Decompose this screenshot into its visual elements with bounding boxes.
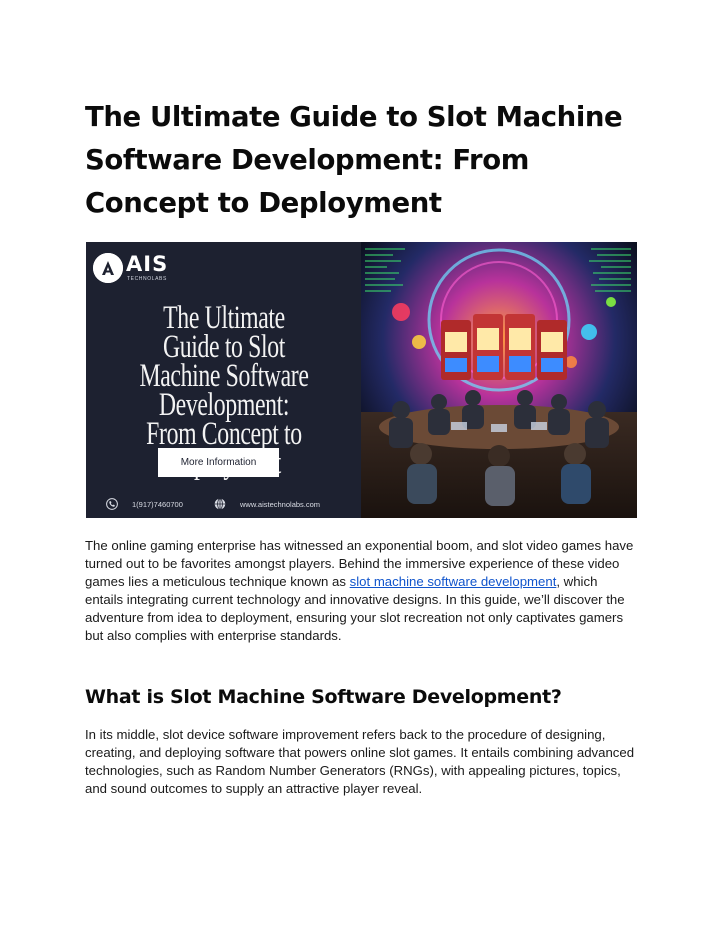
section-heading: What is Slot Machine Software Developmen…	[85, 686, 562, 708]
page-title: The Ultimate Guide to Slot Machine Softw…	[85, 101, 623, 219]
more-information-button[interactable]: More Information	[158, 448, 279, 477]
phone-number: 1(917)7460700	[132, 500, 183, 509]
hero-banner-image: AIS TECHNOLABS The Ultimate Guide to Slo…	[86, 242, 637, 518]
logo-subtext: TECHNOLABS	[127, 276, 167, 282]
website-url: www.aistechnolabs.com	[240, 500, 321, 509]
phone-icon	[106, 498, 118, 510]
contact-row: 1(917)7460700 www.aistechnolabs.com	[106, 498, 346, 512]
globe-icon	[214, 498, 226, 510]
banner-info-panel: AIS TECHNOLABS The Ultimate Guide to Slo…	[86, 242, 361, 518]
casino-scene-illustration	[361, 242, 637, 518]
section-paragraph: In its middle, slot device software impr…	[85, 727, 635, 797]
logo-icon	[93, 253, 123, 283]
slot-machine-software-link[interactable]: slot machine software development	[350, 574, 557, 589]
document-page: The Ultimate Guide to Slot Machine Softw…	[0, 0, 720, 931]
intro-paragraph: The online gaming enterprise has witness…	[85, 537, 637, 646]
logo-text: AIS	[126, 252, 169, 276]
